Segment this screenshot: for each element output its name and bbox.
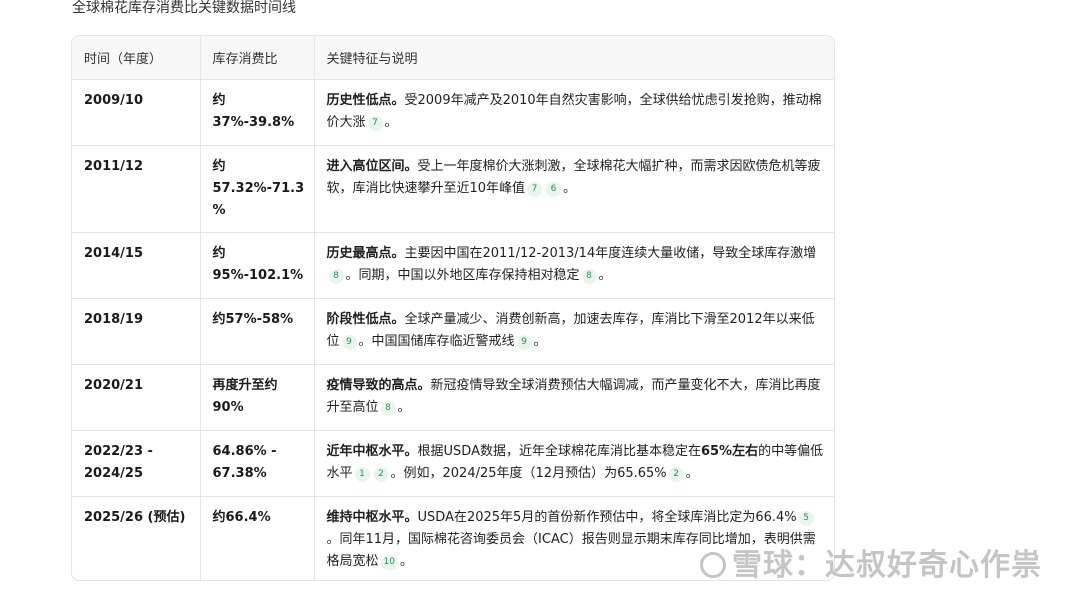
cell-ratio: 64.86% - 67.38%: [200, 430, 315, 497]
ratio-line: 约57%-58%: [212, 311, 294, 327]
cell-period: 2020/21: [72, 364, 201, 431]
xueqiu-logo-icon: [700, 552, 726, 578]
description-text: 。: [598, 267, 612, 283]
period-line: 2014/15: [84, 245, 144, 261]
table-row: 2022/23 - 2024/25 64.86% - 67.38% 近年中枢水平。根据U…: [72, 430, 834, 497]
ratio-line: 64.86% -: [212, 443, 277, 459]
ratio-line: 95%-102.1%: [212, 267, 304, 283]
table-row: 2018/19 约57%-58% 阶段性低点。全球产量减少、消费创新高，加速去库存，…: [72, 298, 834, 365]
description-text: 。同期，中国以外地区库存保持相对稳定: [345, 267, 580, 283]
citation-badge[interactable]: 9: [341, 334, 357, 350]
ratio-line: 约: [212, 245, 226, 261]
ratio-line: 90%: [212, 399, 244, 415]
citation-badge[interactable]: 7: [367, 115, 383, 131]
cell-ratio: 再度升至约 90%: [200, 364, 315, 431]
ratio-line: 57.32%-71.3: [212, 180, 305, 196]
table-body: 2009/10 约 37%-39.8% 历史性低点。受2009年减产及2010年自然灾…: [72, 79, 834, 580]
ratio-line: 再度升至约: [212, 377, 278, 393]
period-line: 2009/10: [84, 92, 144, 108]
cell-period: 2018/19: [72, 298, 201, 365]
cell-ratio: 约 95%-102.1%: [200, 232, 315, 299]
description-heading: 维持中枢水平。: [326, 509, 418, 525]
description-emphasis: 65%左右: [700, 443, 759, 459]
timeline-table: 时间（年度） 库存消费比 关键特征与说明 2009/10 约 37%-39.8% 历史…: [72, 36, 834, 580]
period-line: 2011/12: [84, 158, 144, 174]
cell-description: 历史性低点。受2009年减产及2010年自然灾害影响，全球供给忧虑引发抢购，推动…: [314, 79, 834, 146]
description-text: 根据USDA数据，近年全球棉花库消比基本稳定在: [417, 443, 701, 459]
cell-description: 近年中枢水平。根据USDA数据，近年全球棉花库消比基本稳定在65%左右的中等偏低…: [314, 430, 834, 497]
ratio-line: 约: [212, 92, 226, 108]
cell-description: 疫情导致的高点。新冠疫情导致全球消费预估大幅调减，而产量变化不大，库消比再度升至…: [314, 364, 834, 431]
ratio-line: 约: [212, 158, 226, 174]
page-title: 全球棉花库存消费比关键数据时间线: [72, 0, 296, 16]
period-line: 2024/25: [84, 465, 144, 481]
table-row: 2020/21 再度升至约 90% 疫情导致的高点。新冠疫情导致全球消费预估大幅调减，…: [72, 364, 834, 431]
cell-period: 2014/15: [72, 232, 201, 299]
description-text: 。: [563, 180, 577, 196]
ratio-line: %: [212, 202, 226, 218]
header-description: 关键特征与说明: [314, 36, 834, 80]
table-header-row: 时间（年度） 库存消费比 关键特征与说明: [72, 36, 834, 80]
cell-period: 2022/23 - 2024/25: [72, 430, 201, 497]
period-line: 2020/21: [84, 377, 144, 393]
ratio-line: 约66.4%: [212, 509, 271, 525]
watermark: 雪球：达叔好奇心作祟: [700, 540, 1042, 584]
timeline-table-container: 时间（年度） 库存消费比 关键特征与说明 2009/10 约 37%-39.8% 历史…: [71, 35, 835, 581]
citation-badge[interactable]: 8: [380, 400, 396, 416]
citation-badge[interactable]: 6: [546, 181, 562, 197]
cell-period: 2025/26 (预估): [72, 496, 201, 580]
description-text: 。: [399, 553, 413, 569]
table-row: 2014/15 约 95%-102.1% 历史最高点。主要因中国在2011/12-20…: [72, 232, 834, 299]
cell-ratio: 约 37%-39.8%: [200, 79, 315, 146]
cell-description: 阶段性低点。全球产量减少、消费创新高，加速去库存，库消比下滑至2012年以来低位…: [314, 298, 834, 365]
cell-ratio: 约57%-58%: [200, 298, 315, 365]
citation-badge[interactable]: 5: [798, 510, 814, 526]
citation-badge[interactable]: 7: [527, 181, 543, 197]
cell-description: 进入高位区间。受上一年度棉价大涨刺激，全球棉花大幅扩种，而需求因欧债危机等疲软，…: [314, 145, 834, 233]
period-line: 2025/26 (预估): [84, 509, 186, 525]
citation-badge[interactable]: 8: [328, 268, 344, 284]
ratio-line: 67.38%: [212, 465, 267, 481]
ratio-line: 37%-39.8%: [212, 114, 295, 130]
description-heading: 近年中枢水平。: [326, 443, 418, 459]
watermark-text: 雪球：达叔好奇心作祟: [732, 548, 1042, 583]
period-line: 2022/23 -: [84, 443, 153, 459]
description-heading: 进入高位区间。: [326, 158, 418, 174]
cell-description: 历史最高点。主要因中国在2011/12-2013/14年度连续大量收储，导致全球…: [314, 232, 834, 299]
description-text: 。: [384, 114, 398, 130]
description-heading: 历史性低点。: [326, 92, 405, 108]
cell-ratio: 约 57.32%-71.3%: [200, 145, 315, 233]
description-text: USDA在2025年5月的首份新作预估中，将全球库消比定为66.4%: [417, 509, 797, 525]
description-text: 。: [533, 333, 547, 349]
citation-badge[interactable]: 8: [581, 268, 597, 284]
description-heading: 历史最高点。: [326, 245, 405, 261]
citation-badge[interactable]: 2: [668, 466, 684, 482]
description-text: 。中国国储库存临近警戒线: [358, 333, 515, 349]
cell-period: 2009/10: [72, 79, 201, 146]
description-heading: 疫情导致的高点。: [326, 377, 431, 393]
description-text: 。例如，2024/25年度（12月预估）为65.65%: [390, 465, 667, 481]
citation-badge[interactable]: 9: [516, 334, 532, 350]
description-text: 。: [685, 465, 699, 481]
header-period: 时间（年度）: [72, 36, 201, 80]
description-text: 。: [397, 399, 411, 415]
cell-ratio: 约66.4%: [200, 496, 315, 580]
table-row: 2011/12 约 57.32%-71.3% 进入高位区间。受上一年度棉价大涨刺激，全…: [72, 145, 834, 233]
header-ratio: 库存消费比: [200, 36, 315, 80]
cell-period: 2011/12: [72, 145, 201, 233]
table-row: 2009/10 约 37%-39.8% 历史性低点。受2009年减产及2010年自然灾…: [72, 79, 834, 146]
citation-badge[interactable]: 10: [380, 554, 398, 570]
description-text: 主要因中国在2011/12-2013/14年度连续大量收储，导致全球库存激增: [404, 245, 817, 261]
citation-badge[interactable]: 1: [354, 466, 370, 482]
citation-badge[interactable]: 2: [373, 466, 389, 482]
description-heading: 阶段性低点。: [326, 311, 405, 327]
period-line: 2018/19: [84, 311, 144, 327]
